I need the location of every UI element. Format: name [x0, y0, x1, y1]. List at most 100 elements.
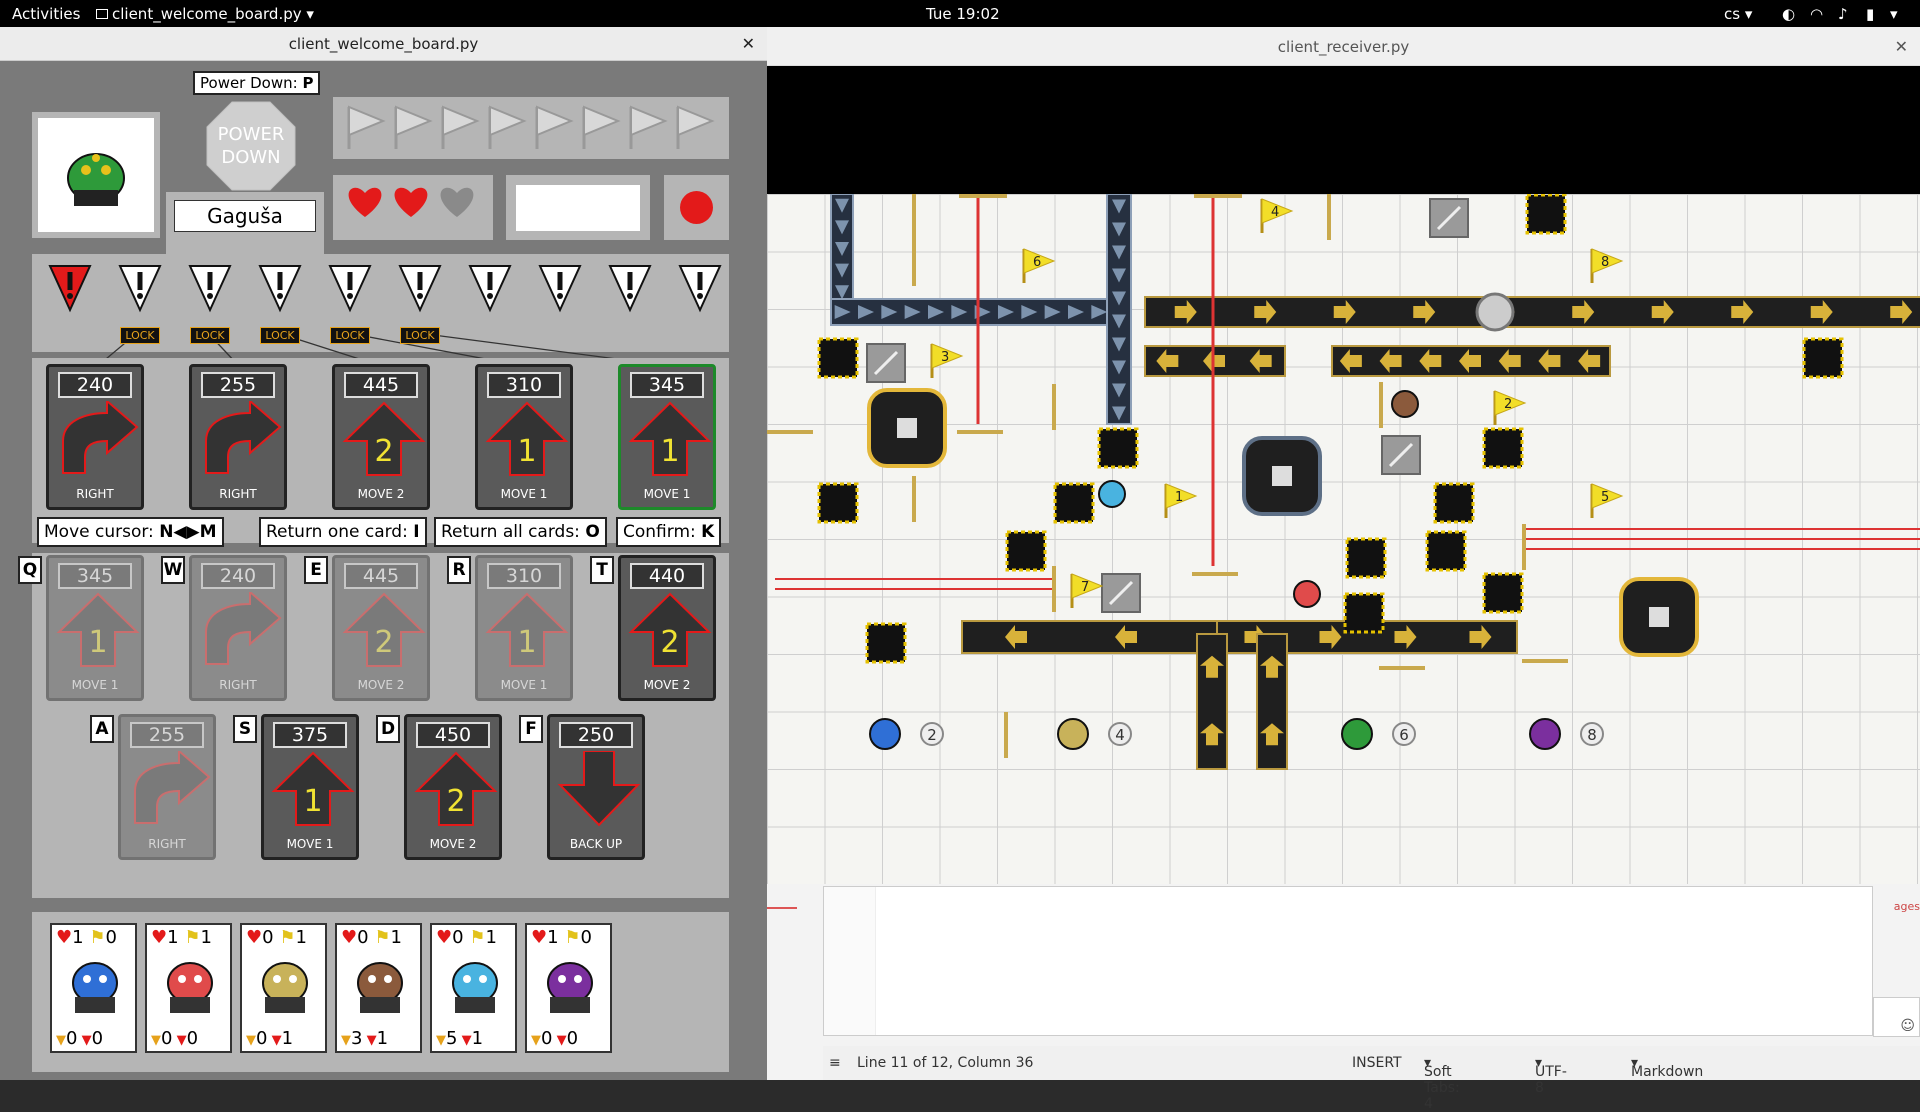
- start-robot-icon: [869, 718, 901, 750]
- hand-card[interactable]: 310 1 MOVE 1: [475, 555, 573, 701]
- robot-stat-a: 3: [351, 1028, 363, 1049]
- move-cursor-right-key: M: [199, 522, 217, 542]
- menu-lines-icon[interactable]: ≡: [829, 1055, 841, 1071]
- robot-stat-b: 0: [186, 1028, 199, 1049]
- card-step-number: 1: [303, 784, 322, 819]
- gear-center: [1272, 466, 1292, 486]
- smiley-icon: ☺: [1900, 1018, 1915, 1034]
- move-up-icon: 2: [628, 592, 712, 667]
- robot-status-card: ♥1 ⚑0 ▼0 ▼0: [50, 923, 137, 1053]
- checkpoint-gear-icon: [1475, 292, 1515, 332]
- card-action-label: MOVE 2: [429, 837, 477, 851]
- robot-eye: [463, 975, 471, 983]
- robot-eye: [574, 975, 582, 983]
- editor-statusbar: ≡ Line 11 of 12, Column 36 INSERT Soft T…: [823, 1046, 1920, 1112]
- emoji-button[interactable]: ☺: [1873, 997, 1920, 1037]
- hand-card[interactable]: 440 2 MOVE 2: [618, 555, 716, 701]
- robot-status-card: ♥1 ⚑0 ▼0 ▼0: [525, 923, 612, 1053]
- confirm-hint: Confirm: K: [616, 517, 722, 547]
- hand-key-label: A: [90, 715, 114, 743]
- app-menu[interactable]: client_welcome_board.py ▾: [96, 5, 314, 23]
- card-action-label: MOVE 1: [643, 487, 691, 501]
- register-card[interactable]: 240 RIGHT: [46, 364, 144, 510]
- pit-icon: [1345, 537, 1387, 579]
- robot-stats-bottom: ▼0 ▼1: [246, 1028, 293, 1049]
- hand-card[interactable]: 445 2 MOVE 2: [332, 555, 430, 701]
- robot-base: [360, 997, 400, 1013]
- flag-number: 2: [1504, 397, 1512, 412]
- robot-base: [75, 997, 115, 1013]
- wifi-icon: ◠: [1810, 5, 1824, 23]
- wall-segment: [1327, 194, 1331, 240]
- robot-icon: [72, 962, 118, 1013]
- move-up-icon: 1: [628, 401, 712, 476]
- card-step-number: 1: [88, 625, 107, 660]
- damage-icon: ▼: [457, 1033, 472, 1048]
- robot-stat-a: 0: [161, 1028, 173, 1049]
- register-card[interactable]: 445 2 MOVE 2: [332, 364, 430, 510]
- hand-card[interactable]: 375 1 MOVE 1: [261, 714, 359, 860]
- hand-card[interactable]: 250 BACK UP: [547, 714, 645, 860]
- wall-segment: [767, 430, 813, 434]
- window-icon: [96, 9, 108, 19]
- robot-icon: [357, 962, 403, 1013]
- language-selector[interactable]: Markdown ▾: [1631, 1055, 1703, 1080]
- start-number: 8: [1587, 726, 1597, 744]
- robot-flags: 1: [485, 927, 497, 948]
- wall-segment: [957, 430, 1003, 434]
- receiver-titlebar: client_receiver.py ✕: [767, 27, 1920, 66]
- start-robot-icon: [1057, 718, 1089, 750]
- register-card[interactable]: 345 1 MOVE 1: [618, 364, 716, 510]
- flag-number: 6: [1033, 255, 1041, 270]
- text-editor[interactable]: [823, 886, 1873, 1036]
- robot-stat-b: 0: [91, 1028, 104, 1049]
- robot-status-card: ♥1 ⚑1 ▼0 ▼0: [145, 923, 232, 1053]
- receiver-window-title: client_receiver.py: [1277, 38, 1410, 56]
- robot-lives: 1: [547, 927, 559, 948]
- language-indicator[interactable]: cs ▾: [1724, 5, 1752, 23]
- activities-button[interactable]: Activities: [12, 5, 80, 23]
- flag-icon: ⚑: [463, 927, 486, 948]
- tabs-selector[interactable]: Soft Tabs: 4 ▾: [1424, 1055, 1460, 1112]
- robot-lives: 0: [262, 927, 274, 948]
- card-priority: 240: [58, 372, 132, 398]
- card-action-label: RIGHT: [148, 837, 186, 851]
- hand-key-label: T: [590, 556, 614, 584]
- flag-number: 4: [1271, 205, 1279, 220]
- system-menu-chevron-icon[interactable]: ▾: [1890, 5, 1898, 23]
- flag-number: 8: [1601, 255, 1609, 270]
- right-arrow-shape: [205, 592, 282, 665]
- card-action-label: MOVE 1: [286, 837, 334, 851]
- right-arrow-shape: [205, 401, 282, 474]
- card-action-label: MOVE 2: [357, 678, 405, 692]
- top-bar: Activities client_welcome_board.py ▾ Tue…: [0, 0, 1920, 27]
- card-priority: 375: [273, 722, 347, 748]
- robot-eye: [384, 975, 392, 983]
- editor-red-mark: [767, 907, 797, 909]
- register-card[interactable]: 255 RIGHT: [189, 364, 287, 510]
- robot-eye: [289, 975, 297, 983]
- register-card[interactable]: 310 1 MOVE 1: [475, 364, 573, 510]
- hand-card[interactable]: 255 RIGHT: [118, 714, 216, 860]
- lock-badge: LOCK: [190, 327, 230, 344]
- close-icon[interactable]: ✕: [1895, 27, 1908, 67]
- start-robot-icon: [1529, 718, 1561, 750]
- hand-key-label: E: [304, 556, 328, 584]
- wall-segment: [1194, 194, 1242, 198]
- pit-icon: [1525, 194, 1567, 235]
- wall-segment: [1379, 382, 1383, 428]
- robot-icon: [167, 962, 213, 1013]
- clock[interactable]: Tue 19:02: [926, 5, 1000, 23]
- wall-segment: [959, 194, 1007, 198]
- robot-icon: [452, 962, 498, 1013]
- card-step-number: 2: [660, 625, 679, 660]
- flag-icon: ⚑: [558, 927, 581, 948]
- encoding-selector[interactable]: UTF-8 ▾: [1535, 1055, 1567, 1096]
- hand-card[interactable]: 345 1 MOVE 1: [46, 555, 144, 701]
- hand-card[interactable]: 240 RIGHT: [189, 555, 287, 701]
- return-all-label: Return all cards:: [441, 522, 580, 542]
- hand-card[interactable]: 450 2 MOVE 2: [404, 714, 502, 860]
- battery-icon: ▮: [1866, 5, 1875, 23]
- card-step-number: 1: [517, 434, 536, 469]
- wall-segment: [1522, 524, 1526, 570]
